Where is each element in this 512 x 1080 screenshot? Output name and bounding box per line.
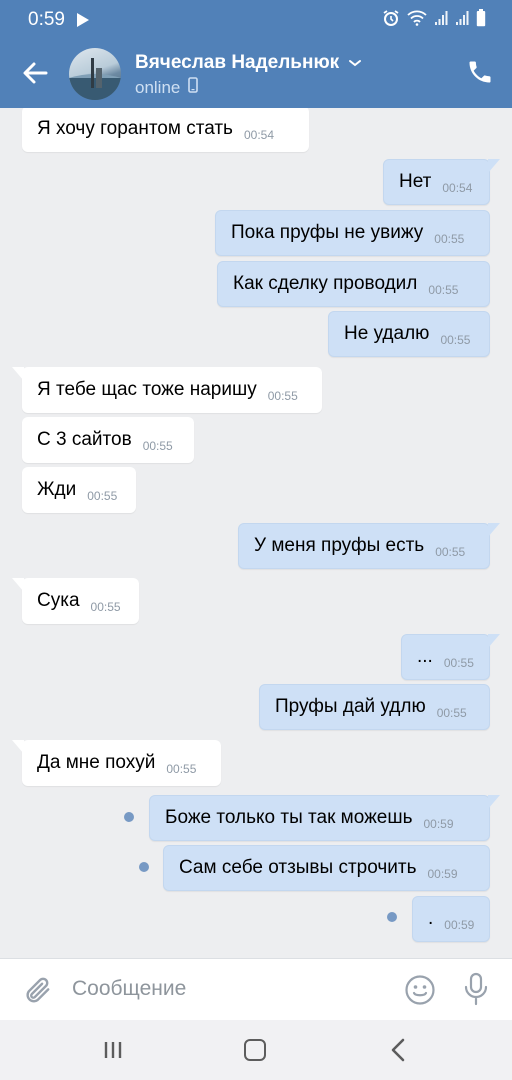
message-input[interactable]: Сообщение <box>72 977 186 1001</box>
message-time: 00:55 <box>90 600 121 614</box>
top-bar: 0:59 Вячеслав Надельнюк online <box>0 0 512 108</box>
contact-status: online <box>135 77 199 98</box>
contact-name[interactable]: Вячеслав Надельнюк <box>135 52 362 74</box>
message-text: Нет <box>399 171 432 192</box>
contact-name-text: Вячеслав Надельнюк <box>135 52 340 74</box>
message-text: ... <box>417 646 433 667</box>
battery-icon <box>476 9 486 32</box>
unread-indicator <box>124 812 134 822</box>
message-time: 00:59 <box>423 817 454 831</box>
message-outgoing[interactable]: Боже только ты так можешь 00:59 <box>149 795 500 841</box>
message-time: 00:55 <box>434 232 465 246</box>
home-icon[interactable] <box>244 1039 266 1061</box>
message-time: 00:55 <box>443 656 474 670</box>
status-icons <box>382 9 486 32</box>
signal-icon <box>455 10 469 31</box>
message-text: С 3 сайтов <box>37 429 132 450</box>
chat-header: Вячеслав Надельнюк online <box>0 38 512 108</box>
message-outgoing[interactable]: Нет 00:54 <box>383 159 500 205</box>
play-icon <box>77 13 89 27</box>
message-outgoing[interactable]: У меня пруфы есть 00:55 <box>238 523 500 569</box>
phone-icon[interactable] <box>466 58 494 86</box>
message-text: Жди <box>37 479 77 500</box>
emoji-icon[interactable] <box>404 974 436 1006</box>
message-time: 00:55 <box>440 333 471 347</box>
message-time: 00:55 <box>267 389 298 403</box>
message-outgoing[interactable]: Пока пруфы не увижу 00:55 <box>215 210 490 256</box>
message-time: 00:55 <box>428 283 459 297</box>
message-time: 00:54 <box>243 128 274 142</box>
message-incoming[interactable]: Да мне похуй 00:55 <box>12 740 221 786</box>
avatar[interactable] <box>69 48 121 100</box>
message-incoming[interactable]: С 3 сайтов 00:55 <box>22 417 194 463</box>
message-time: 00:59 <box>444 918 475 932</box>
message-outgoing[interactable]: Пруфы дай удлю 00:55 <box>259 684 490 730</box>
chevron-down-icon[interactable] <box>348 52 362 74</box>
online-status: online <box>135 77 181 97</box>
message-outgoing[interactable]: Как сделку проводил 00:55 <box>217 261 490 307</box>
message-time: 00:55 <box>87 489 118 503</box>
message-text: Сам себе отзывы строчить <box>179 857 417 878</box>
message-text: Как сделку проводил <box>233 273 418 294</box>
message-text: Я тебе щас тоже наришу <box>37 379 257 400</box>
mobile-device-icon <box>188 77 199 98</box>
message-time: 00:59 <box>427 867 458 881</box>
message-time: 00:54 <box>442 181 473 195</box>
message-time: 00:55 <box>435 545 466 559</box>
system-navigation-bar <box>0 1020 512 1080</box>
message-feed[interactable]: Я хочу горантом стать 00:54 Нет 00:54 По… <box>0 108 512 958</box>
status-time: 0:59 <box>28 9 65 30</box>
message-incoming[interactable]: Я тебе щас тоже наришу 00:55 <box>12 367 322 413</box>
recent-apps-icon[interactable] <box>103 1041 123 1059</box>
message-text: Пруфы дай удлю <box>275 696 426 717</box>
message-outgoing[interactable]: Сам себе отзывы строчить 00:59 <box>163 845 490 891</box>
message-text: Я хочу горантом стать <box>37 118 233 139</box>
message-text: Сука <box>37 590 80 611</box>
back-arrow-icon[interactable] <box>20 58 50 88</box>
back-icon[interactable] <box>390 1038 406 1062</box>
message-text: Да мне похуй <box>37 752 156 773</box>
message-time: 00:55 <box>142 439 173 453</box>
signal-icon <box>434 10 448 31</box>
message-incoming[interactable]: Сука 00:55 <box>12 578 139 624</box>
message-outgoing[interactable]: ... 00:55 <box>401 634 500 680</box>
message-text: Боже только ты так можешь <box>165 807 413 828</box>
message-composer: Сообщение <box>0 958 512 1020</box>
message-text: У меня пруфы есть <box>254 535 425 556</box>
unread-indicator <box>139 862 149 872</box>
message-time: 00:55 <box>166 762 197 776</box>
microphone-icon[interactable] <box>462 972 490 1006</box>
attach-icon[interactable] <box>22 974 52 1006</box>
message-incoming[interactable]: Жди 00:55 <box>22 467 136 513</box>
alarm-icon <box>382 9 400 32</box>
message-outgoing[interactable]: . 00:59 <box>412 896 490 942</box>
unread-indicator <box>387 912 397 922</box>
message-text: Пока пруфы не увижу <box>231 222 424 243</box>
status-bar: 0:59 <box>0 0 512 38</box>
message-incoming[interactable]: Я хочу горантом стать 00:54 <box>22 108 309 152</box>
message-time: 00:55 <box>436 706 467 720</box>
wifi-icon <box>407 10 427 31</box>
message-text: . <box>428 908 434 929</box>
message-outgoing[interactable]: Не удалю 00:55 <box>328 311 490 357</box>
message-text: Не удалю <box>344 323 430 344</box>
